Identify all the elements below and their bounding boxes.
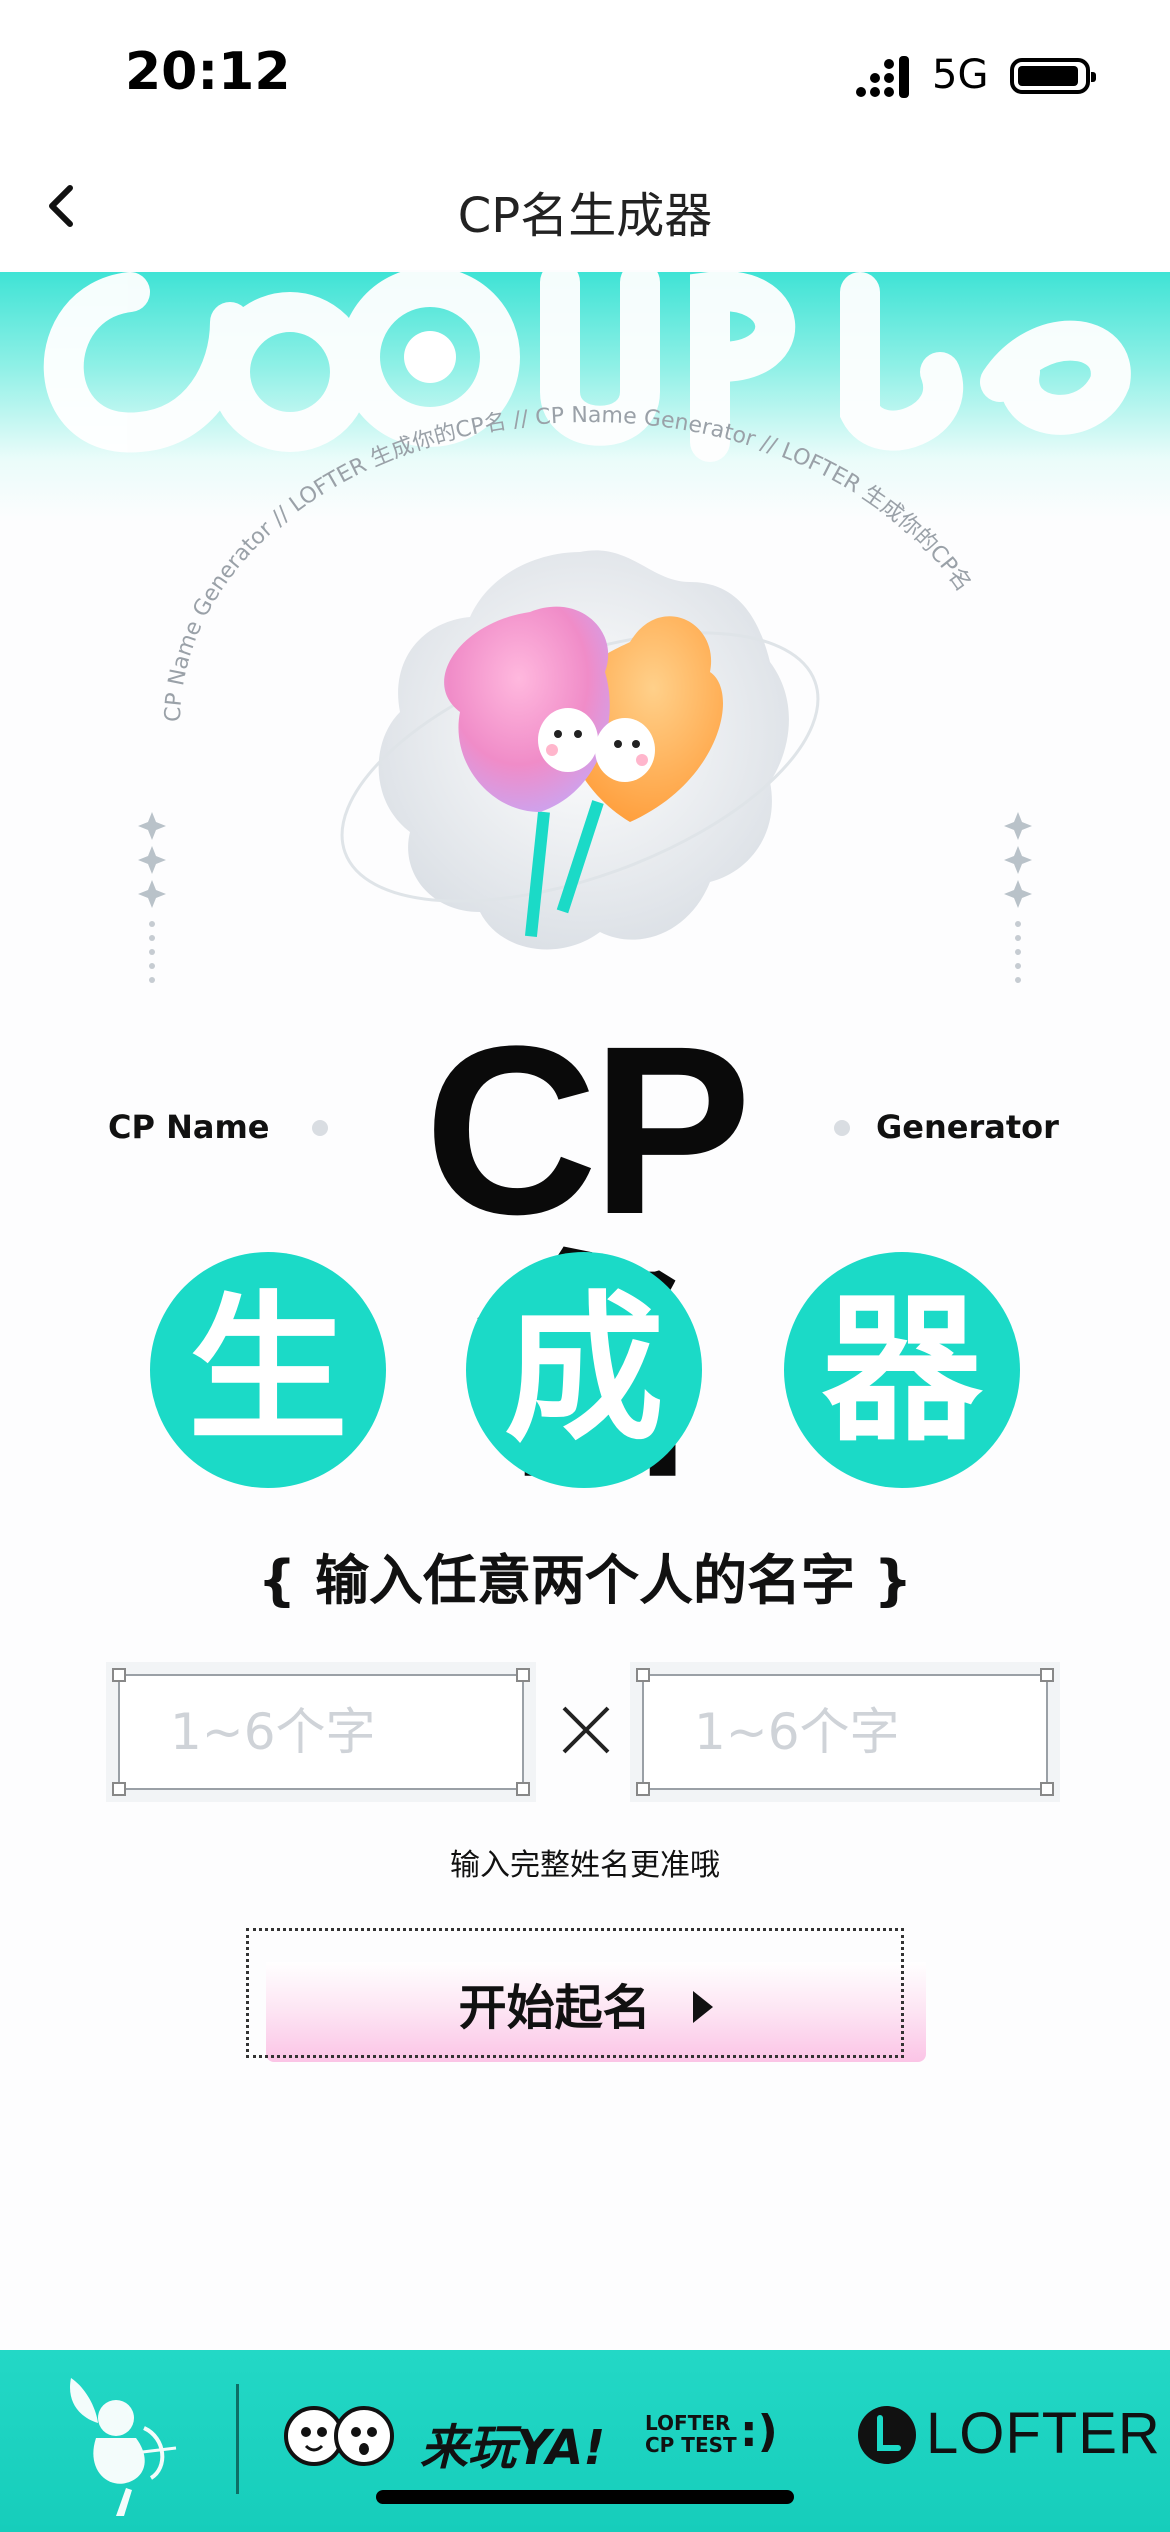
title-char-sheng: 生	[150, 1252, 386, 1488]
play-text: 来玩YA!	[420, 2420, 606, 2476]
start-naming-button[interactable]: 开始起名	[246, 1928, 926, 2062]
signal-icon	[856, 56, 909, 98]
title-dot-right	[834, 1120, 850, 1136]
lofter-brand: LOFTER	[926, 2401, 1161, 2466]
title-char-qi: 器	[784, 1252, 1020, 1488]
title-char-cheng: 成	[466, 1252, 702, 1488]
name-input-1-box	[106, 1662, 536, 1802]
name-prompt: { 输入任意两个人的名字 }	[257, 1549, 913, 1612]
sparkle-left-icon	[138, 812, 166, 983]
lofter-logo-icon	[858, 2406, 916, 2464]
name-input-1[interactable]	[120, 1676, 522, 1788]
cp-test-label: LOFTER CP TEST	[645, 2411, 737, 2457]
home-indicator[interactable]	[376, 2490, 794, 2504]
input-hint: 输入完整姓名更准哦	[450, 1848, 720, 1883]
generator-label: Generator	[876, 1108, 1059, 1146]
play-arrow-icon	[693, 1991, 714, 2023]
smile-emoticon: :)	[740, 2406, 778, 2457]
title-dot-left	[312, 1120, 328, 1136]
battery-icon	[1010, 58, 1096, 94]
start-naming-label: 开始起名	[458, 1980, 651, 2036]
cotton-candy-illustration	[340, 550, 820, 950]
status-time: 20:12	[125, 42, 291, 102]
cp-name-label: CP Name	[108, 1108, 270, 1146]
name-input-2-box	[630, 1662, 1060, 1802]
sparkle-right-icon	[1004, 812, 1032, 983]
cupid-icon	[70, 2378, 177, 2516]
times-icon	[562, 1706, 610, 1754]
hero-banner: CP Name Generator // LOFTER 生成你的CP名 // C…	[0, 272, 1170, 1052]
name-input-2[interactable]	[644, 1676, 1046, 1788]
footer-divider	[236, 2384, 239, 2494]
faces-icon	[284, 2406, 394, 2466]
network-label: 5G	[932, 52, 989, 98]
page-title: CP名生成器	[457, 188, 713, 244]
